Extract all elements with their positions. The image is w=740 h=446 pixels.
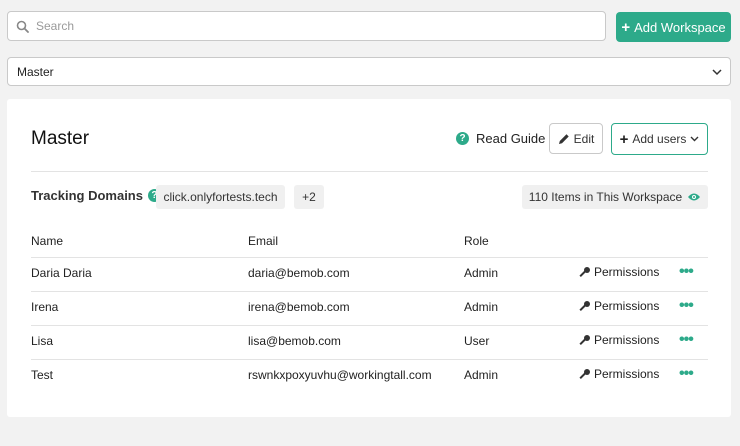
workspace-select-value: Master: [17, 64, 54, 79]
table-row: Irena irena@bemob.com Admin Permissions …: [31, 291, 708, 325]
permissions-label: Permissions: [594, 265, 660, 279]
user-name: Daria Daria: [31, 266, 92, 280]
key-icon: [578, 300, 591, 313]
workspace-select[interactable]: Master: [7, 57, 731, 86]
plus-icon: +: [621, 18, 631, 36]
eye-icon: [687, 192, 701, 202]
user-role: Admin: [464, 368, 499, 382]
search-box[interactable]: [7, 11, 606, 41]
edit-label: Edit: [573, 131, 595, 146]
column-header-name: Name: [31, 234, 64, 248]
plus-icon: +: [619, 130, 629, 148]
permissions-link[interactable]: Permissions: [578, 265, 659, 279]
more-options-icon[interactable]: •••: [679, 297, 694, 315]
user-email: daria@bemob.com: [248, 266, 350, 280]
add-users-label: Add users: [632, 132, 687, 146]
permissions-link[interactable]: Permissions: [578, 367, 659, 381]
chevron-down-icon: [690, 136, 699, 142]
user-name: Lisa: [31, 334, 54, 348]
permissions-label: Permissions: [594, 299, 660, 313]
search-input[interactable]: [34, 18, 598, 34]
permissions-label: Permissions: [594, 333, 660, 347]
more-options-icon[interactable]: •••: [679, 263, 694, 281]
items-count-badge[interactable]: 110 Items in This Workspace: [522, 185, 708, 209]
permissions-link[interactable]: Permissions: [578, 299, 659, 313]
tracking-domains-label: Tracking Domains ?: [31, 188, 161, 203]
read-guide-link[interactable]: ? Read Guide: [456, 131, 545, 146]
workspace-card: Master ? Read Guide Edit + Add users Tra…: [7, 99, 731, 417]
table-row: Test rswnkxpoxyuvhu@workingtall.com Admi…: [31, 359, 708, 393]
divider: [31, 171, 708, 172]
key-icon: [578, 266, 591, 279]
permissions-link[interactable]: Permissions: [578, 333, 659, 347]
key-icon: [578, 368, 591, 381]
edit-button[interactable]: Edit: [549, 123, 603, 154]
add-workspace-button[interactable]: + Add Workspace: [616, 12, 731, 42]
search-icon: [16, 19, 30, 33]
user-role: User: [464, 334, 490, 348]
read-guide-label: Read Guide: [476, 131, 546, 146]
column-header-email: Email: [248, 234, 279, 248]
domain-chip[interactable]: click.onlyfortests.tech: [156, 185, 285, 209]
user-email: rswnkxpoxyuvhu@workingtall.com: [248, 368, 432, 382]
user-name: Irena: [31, 300, 59, 314]
items-count-text: 110 Items in This Workspace: [528, 190, 683, 204]
user-name: Test: [31, 368, 54, 382]
permissions-label: Permissions: [594, 367, 660, 381]
chevron-down-icon: [712, 65, 722, 79]
tracking-domains-text: Tracking Domains: [31, 188, 143, 203]
user-email: lisa@bemob.com: [248, 334, 341, 348]
key-icon: [578, 334, 591, 347]
pencil-icon: [558, 133, 570, 145]
add-users-button[interactable]: + Add users: [611, 123, 708, 155]
table-row: Daria Daria daria@bemob.com Admin Permis…: [31, 257, 708, 291]
column-header-role: Role: [464, 234, 489, 248]
help-icon: ?: [456, 132, 469, 145]
more-options-icon[interactable]: •••: [679, 331, 694, 349]
more-domains-chip[interactable]: +2: [294, 185, 324, 209]
workspace-title: Master: [31, 128, 90, 149]
user-role: Admin: [464, 266, 499, 280]
table-row: Lisa lisa@bemob.com User Permissions •••: [31, 325, 708, 359]
more-options-icon[interactable]: •••: [679, 365, 694, 383]
user-role: Admin: [464, 300, 499, 314]
add-workspace-label: Add Workspace: [634, 19, 726, 35]
user-email: irena@bemob.com: [248, 300, 350, 314]
